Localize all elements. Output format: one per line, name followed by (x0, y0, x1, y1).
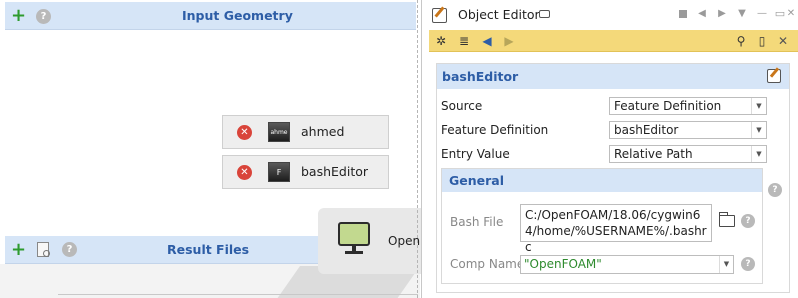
list-icon[interactable]: ≣ (456, 32, 472, 50)
monitor-icon (338, 222, 370, 258)
add-icon[interactable]: + (11, 7, 26, 25)
feature-definition-label: Feature Definition (441, 123, 549, 137)
object-editor-toolbar: ✲ ≣ ◀ ▶ ⚲ ▯ ✕ (429, 30, 798, 52)
window-icon (539, 10, 550, 18)
section-header: bashEditor (437, 64, 789, 89)
general-group: General Bash File C:/OpenFOAM/18.06/cygw… (441, 168, 763, 284)
section-title: bashEditor (442, 69, 519, 84)
entry-value-row: Entry Value Relative Path ▼ (441, 144, 781, 164)
help-icon[interactable]: ? (741, 257, 755, 271)
back-arrow-icon[interactable]: ◀ (479, 32, 495, 50)
chevron-down-icon[interactable]: ▼ (751, 146, 766, 162)
node-label: ahmed (301, 124, 345, 139)
add-icon[interactable]: + (11, 241, 26, 259)
general-header: General (442, 169, 762, 192)
document-icon[interactable] (37, 242, 50, 257)
folder-icon[interactable] (719, 212, 735, 227)
openfoam-node-card[interactable]: OpenF (318, 208, 427, 274)
close-icon[interactable]: ✕ (784, 7, 798, 21)
basheditor-section: bashEditor Source Feature Definition ▼ F… (436, 63, 790, 293)
scrollbar[interactable] (791, 52, 798, 298)
source-select[interactable]: Feature Definition ▼ (609, 97, 767, 115)
remove-icon[interactable]: ✕ (237, 165, 252, 180)
remove-icon[interactable]: ✕ (237, 125, 252, 140)
edit-icon (432, 8, 447, 23)
wizard-icon[interactable]: ✲ (433, 32, 449, 50)
entry-value-label: Entry Value (441, 147, 510, 161)
edit-icon[interactable] (767, 69, 781, 83)
source-label: Source (441, 99, 483, 113)
panel-splitter[interactable] (417, 0, 418, 298)
object-editor-panel: Object Editor ◀ ▶ ▼ — ▭ ✕ ✲ ≣ ◀ ▶ ⚲ ▯ ✕ … (421, 0, 798, 298)
copy-icon[interactable]: ▯ (754, 32, 770, 50)
object-editor-title: Object Editor (458, 7, 540, 22)
input-geometry-header: + ? Input Geometry (5, 2, 416, 30)
search-icon[interactable]: ⚲ (733, 32, 749, 50)
bash-file-input[interactable]: C:/OpenFOAM/18.06/cygwin64/home/%USERNAM… (520, 204, 712, 254)
feature-definition-row: Feature Definition bashEditor ▼ (441, 120, 781, 140)
minimize-button[interactable]: — (755, 7, 769, 21)
general-title: General (449, 173, 504, 188)
source-row: Source Feature Definition ▼ (441, 96, 781, 116)
geometry-node-ahmed[interactable]: ✕ ahme ahmed (222, 115, 389, 149)
forward-arrow-icon[interactable]: ▶ (501, 32, 517, 50)
next-button[interactable]: ▶ (715, 7, 729, 21)
close-icon[interactable]: ✕ (775, 32, 791, 50)
help-icon[interactable]: ? (741, 214, 755, 228)
chevron-down-icon[interactable]: ▼ (751, 122, 766, 138)
input-geometry-title: Input Geometry (182, 8, 293, 23)
geometry-thumbnail: ahme (268, 122, 290, 142)
node-label: bashEditor (301, 164, 369, 179)
result-files-title: Result Files (167, 242, 250, 257)
geometry-node-basheditor[interactable]: ✕ F bashEditor (222, 155, 389, 189)
prev-button[interactable]: ◀ (695, 7, 709, 21)
object-editor-titlebar: Object Editor ◀ ▶ ▼ — ▭ ✕ (422, 0, 798, 30)
help-icon[interactable]: ? (62, 242, 77, 257)
chevron-down-icon[interactable]: ▼ (751, 98, 766, 114)
help-icon[interactable]: ? (36, 9, 51, 24)
feature-definition-select[interactable]: bashEditor ▼ (609, 121, 767, 139)
bash-file-label: Bash File (450, 215, 504, 229)
comp-name-input[interactable]: "OpenFOAM" ▼ (520, 255, 734, 274)
graph-panel: + ? Input Geometry ✕ ahme ahmed ✕ F bash… (0, 0, 427, 298)
stop-button[interactable] (676, 7, 690, 21)
dropdown-button[interactable]: ▼ (735, 7, 749, 21)
help-icon[interactable]: ? (768, 183, 782, 197)
entry-value-select[interactable]: Relative Path ▼ (609, 145, 767, 163)
comp-name-label: Comp Name (450, 257, 525, 271)
chevron-down-icon[interactable]: ▼ (719, 256, 733, 273)
file-thumbnail: F (268, 162, 290, 182)
